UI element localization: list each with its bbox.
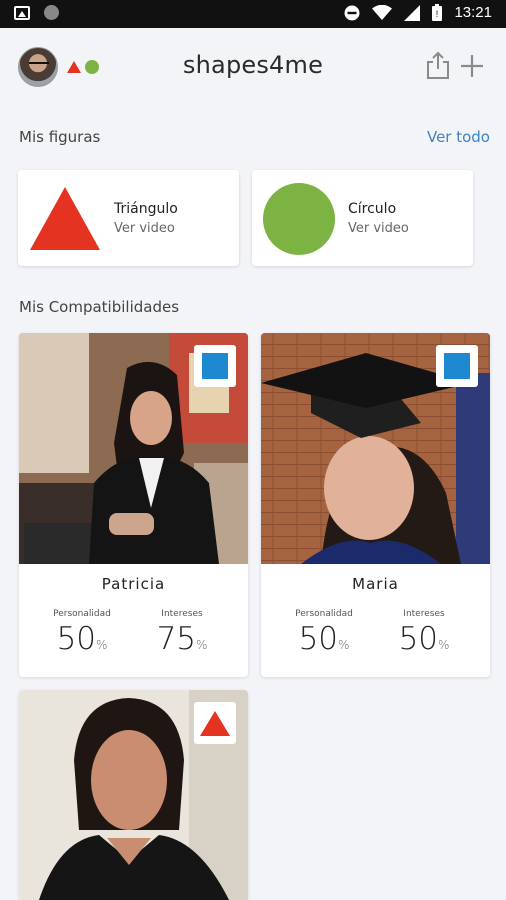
see-all-link[interactable]: Ver todo bbox=[427, 128, 490, 146]
status-bar: ! 13:21 bbox=[0, 0, 506, 28]
personality-stat: Personalidad 50% bbox=[274, 609, 374, 657]
shape-badge bbox=[436, 345, 478, 387]
stat-value: 75% bbox=[156, 621, 208, 657]
battery-icon: ! bbox=[432, 4, 443, 21]
share-icon[interactable] bbox=[425, 50, 451, 80]
watch-video-link[interactable]: Ver video bbox=[114, 221, 175, 236]
figure-name: Círculo bbox=[348, 201, 397, 217]
profile-photo bbox=[261, 333, 490, 564]
square-shape-icon bbox=[202, 353, 228, 379]
stat-label: Intereses bbox=[403, 609, 445, 619]
triangle-icon bbox=[30, 187, 100, 250]
profile-photo bbox=[19, 333, 248, 564]
figures-section-title: Mis figuras bbox=[19, 128, 101, 146]
signal-icon bbox=[404, 4, 421, 21]
shape-badge bbox=[194, 702, 236, 744]
stat-label: Personalidad bbox=[295, 609, 353, 619]
match-card-third[interactable] bbox=[19, 690, 248, 900]
stat-label: Intereses bbox=[161, 609, 203, 619]
interests-stat: Intereses 75% bbox=[132, 609, 232, 657]
profile-photo bbox=[19, 690, 248, 900]
stat-label: Personalidad bbox=[53, 609, 111, 619]
add-icon[interactable] bbox=[460, 54, 484, 78]
personality-stat: Personalidad 50% bbox=[32, 609, 132, 657]
do-not-disturb-icon bbox=[344, 5, 360, 20]
match-name: Patricia bbox=[101, 575, 166, 593]
notification-dot-icon bbox=[44, 5, 59, 20]
svg-text:!: ! bbox=[436, 9, 439, 19]
image-notification-icon bbox=[14, 5, 30, 20]
wifi-icon bbox=[372, 4, 393, 20]
stat-value: 50% bbox=[56, 621, 108, 657]
app-header: shapes4me bbox=[0, 28, 506, 108]
circle-icon bbox=[263, 183, 335, 255]
match-card-patricia[interactable]: Patricia Personalidad 50% Intereses 75% bbox=[19, 333, 248, 677]
triangle-shape-icon bbox=[200, 711, 230, 736]
shape-badge bbox=[194, 345, 236, 387]
stat-value: 50% bbox=[398, 621, 450, 657]
clock: 13:21 bbox=[454, 4, 492, 21]
figure-card-circle[interactable]: Círculo Ver video bbox=[252, 170, 473, 266]
matches-section-title: Mis Compatibilidades bbox=[19, 298, 180, 316]
stat-value: 50% bbox=[298, 621, 350, 657]
square-shape-icon bbox=[444, 353, 470, 379]
figure-card-triangle[interactable]: Triángulo Ver video bbox=[18, 170, 239, 266]
match-card-maria[interactable]: Maria Personalidad 50% Intereses 50% bbox=[261, 333, 490, 677]
figure-name: Triángulo bbox=[114, 201, 178, 217]
match-name: Maria bbox=[352, 575, 399, 593]
interests-stat: Intereses 50% bbox=[374, 609, 474, 657]
watch-video-link[interactable]: Ver video bbox=[348, 221, 409, 236]
